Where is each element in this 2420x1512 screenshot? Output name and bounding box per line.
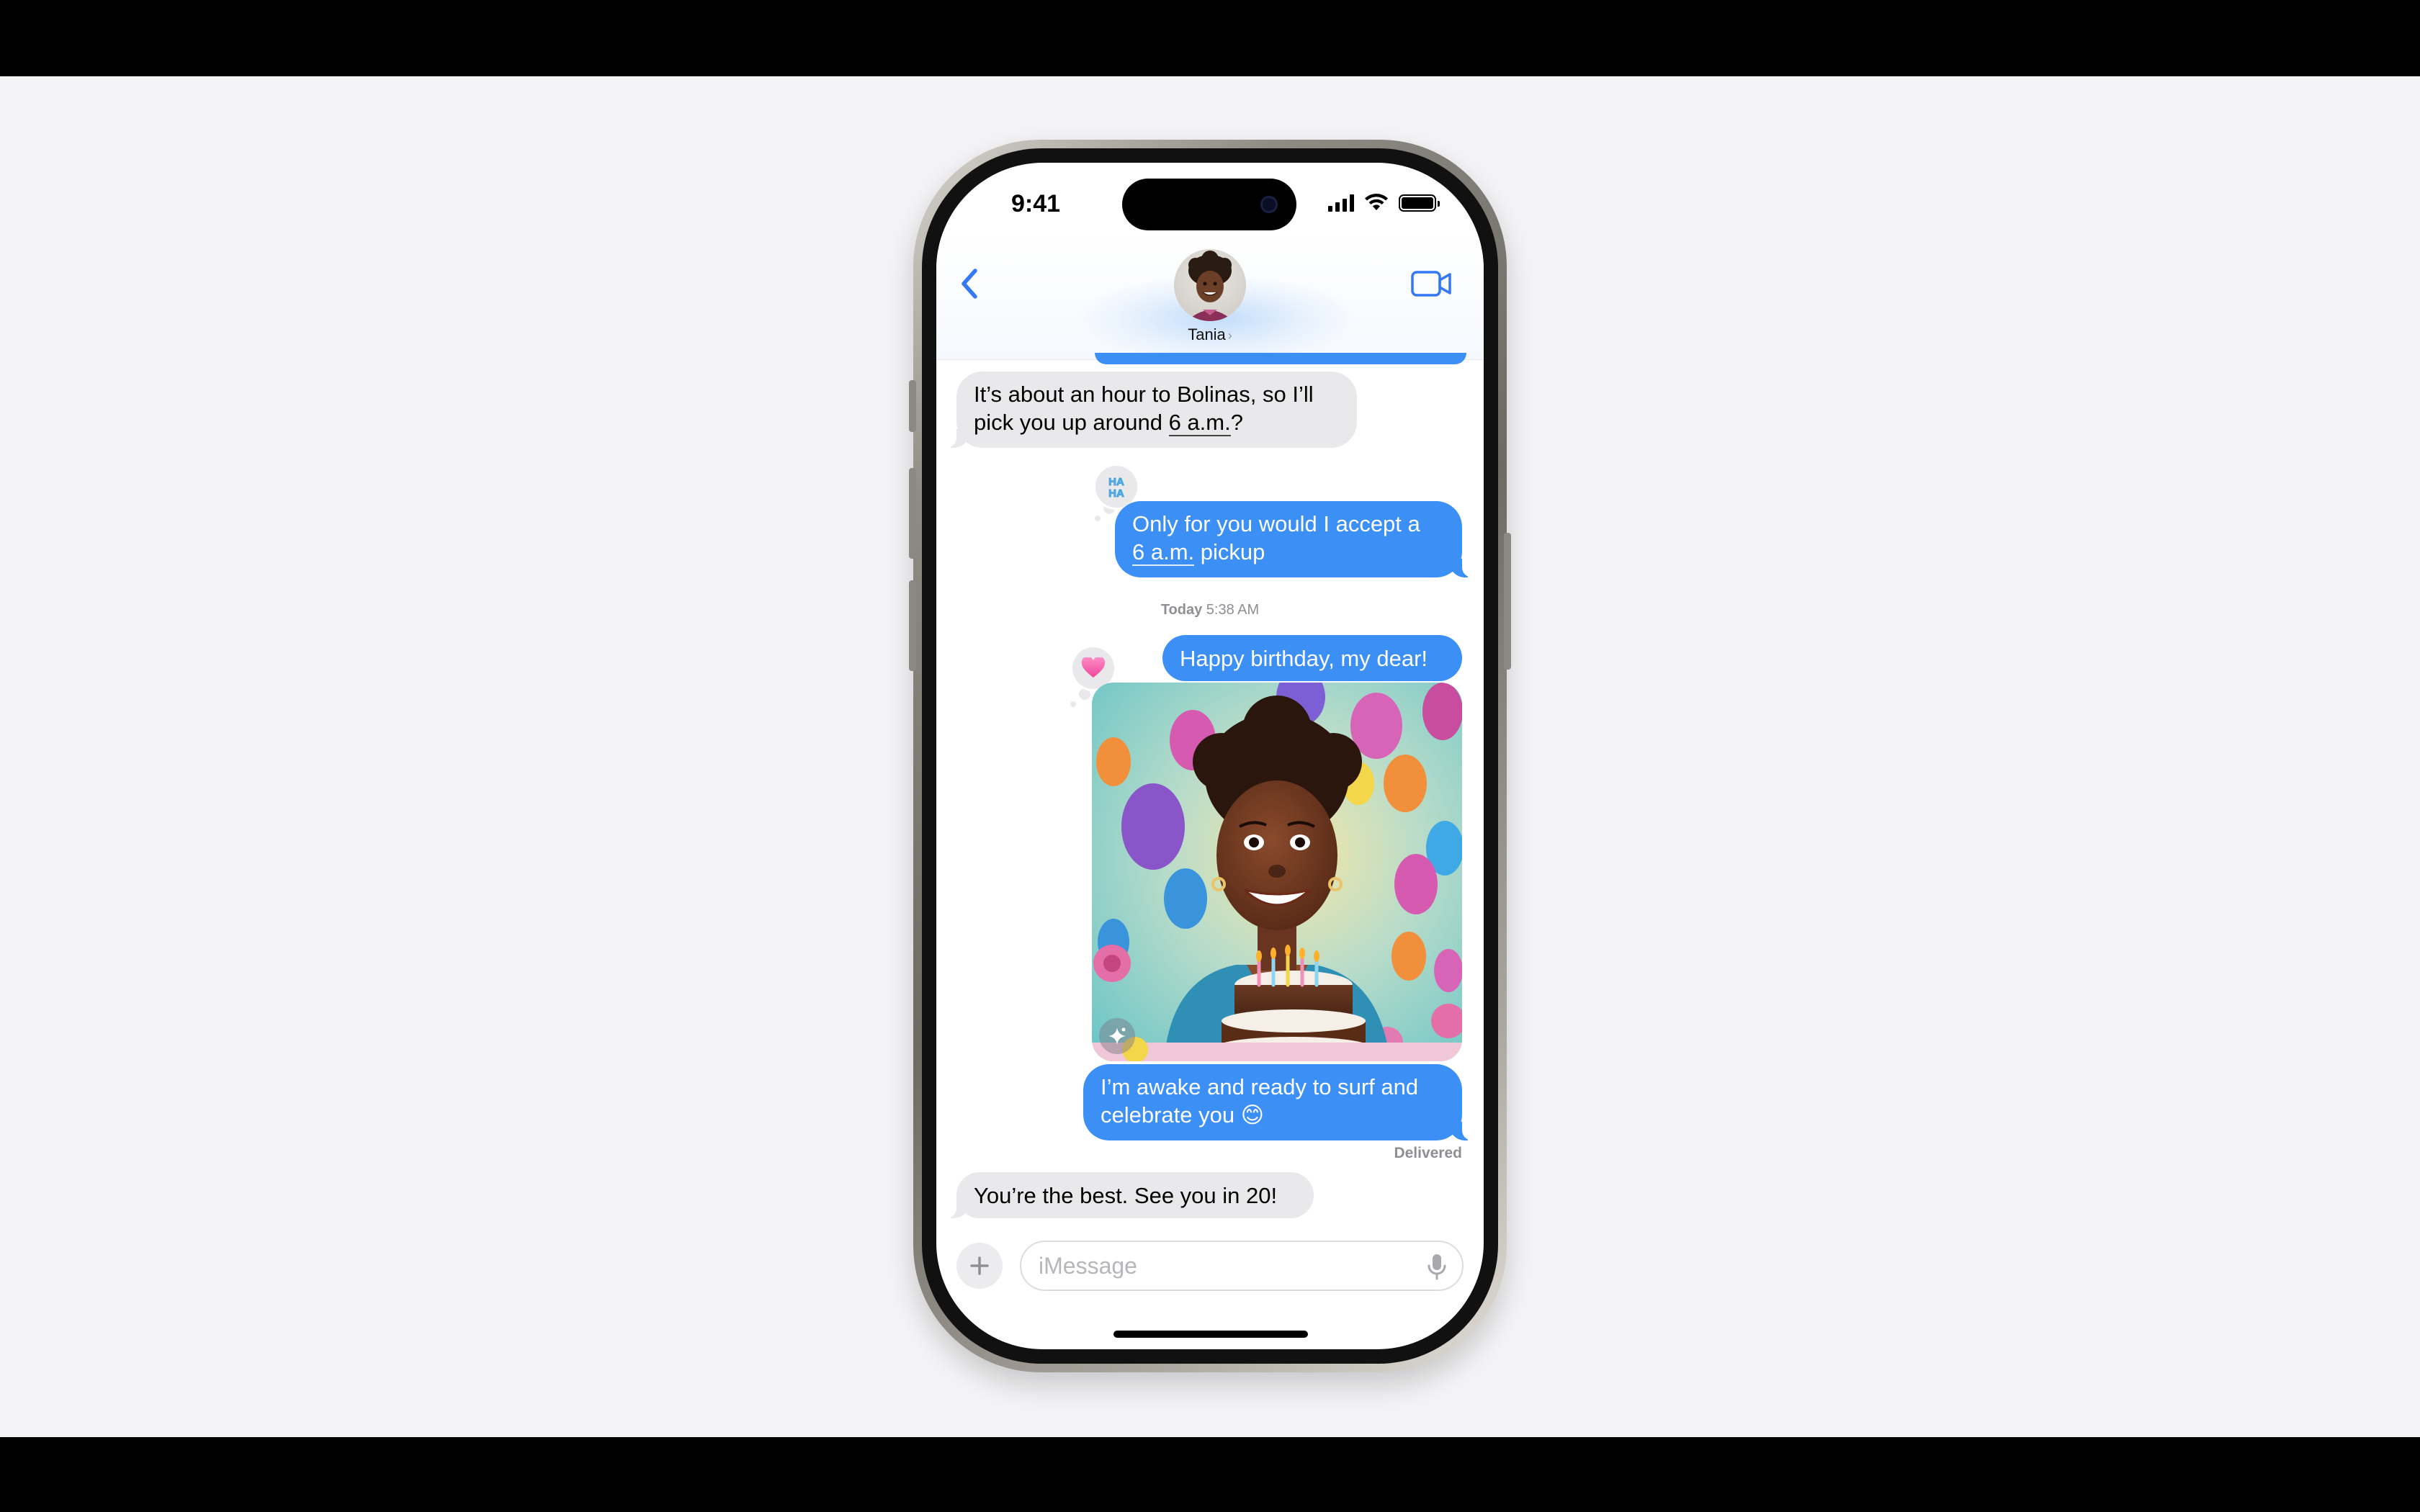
heart-icon [1081,657,1106,678]
video-camera-icon [1411,271,1451,297]
contact-photo [1174,249,1246,321]
chevron-right-icon: › [1227,328,1232,343]
delivery-status: Delivered [1394,1145,1462,1161]
message-input-container [1020,1241,1464,1291]
haha-icon: HA HA [1108,476,1125,499]
message-input[interactable] [1039,1242,1399,1290]
svg-text:HA: HA [1108,476,1124,488]
back-button[interactable] [954,262,985,305]
message-bubble-outgoing[interactable]: Happy birthday, my dear! [1162,635,1462,681]
cellular-signal-icon [1328,194,1354,212]
messages-screen: 9:41 Tania › It’s about an hour to Bolin… [936,163,1484,1349]
contact-name[interactable]: Tania › [936,325,1484,344]
front-camera-icon [1260,196,1278,213]
birthday-portrait-image [1092,683,1462,1061]
apps-plus-button[interactable] [956,1243,1003,1289]
home-indicator [1113,1331,1308,1338]
message-bubble-outgoing[interactable]: Only for you would I accept a 6 a.m. pic… [1115,501,1476,577]
previous-message-bubble-peek [1095,353,1466,364]
conversation-header: Tania › [936,232,1484,361]
battery-icon [1399,194,1440,212]
sparkle-icon [1108,1027,1126,1045]
wifi-icon [1365,194,1388,210]
dictation-button[interactable] [1425,1252,1449,1281]
image-playground-button[interactable] [1099,1018,1135,1054]
facetime-video-button[interactable] [1410,268,1453,300]
side-button [1504,533,1511,670]
status-icons [1328,193,1440,212]
message-bubble-outgoing[interactable]: I’m awake and ready to surf and celebrat… [1083,1064,1476,1140]
chevron-left-icon [962,269,977,299]
action-button [909,380,916,432]
message-bubble-incoming[interactable]: You’re the best. See you in 20! [942,1172,1314,1218]
date-link[interactable]: 6 a.m. [1168,410,1231,436]
status-time: 9:41 [1011,190,1061,217]
microphone-icon [1428,1254,1446,1280]
plus-icon [970,1256,989,1275]
dynamic-island [1122,179,1296,230]
birthday-image-message[interactable] [1092,683,1462,1061]
message-bubble-incoming[interactable]: It’s about an hour to Bolinas, so I’ll p… [942,372,1357,448]
volume-up-button [909,468,916,559]
volume-down-button [909,580,916,671]
svg-text:HA: HA [1108,487,1124,499]
contact-avatar[interactable] [1174,249,1246,321]
date-link[interactable]: 6 a.m. [1132,539,1195,566]
message-timestamp: Today 5:38 AM [1160,602,1260,618]
